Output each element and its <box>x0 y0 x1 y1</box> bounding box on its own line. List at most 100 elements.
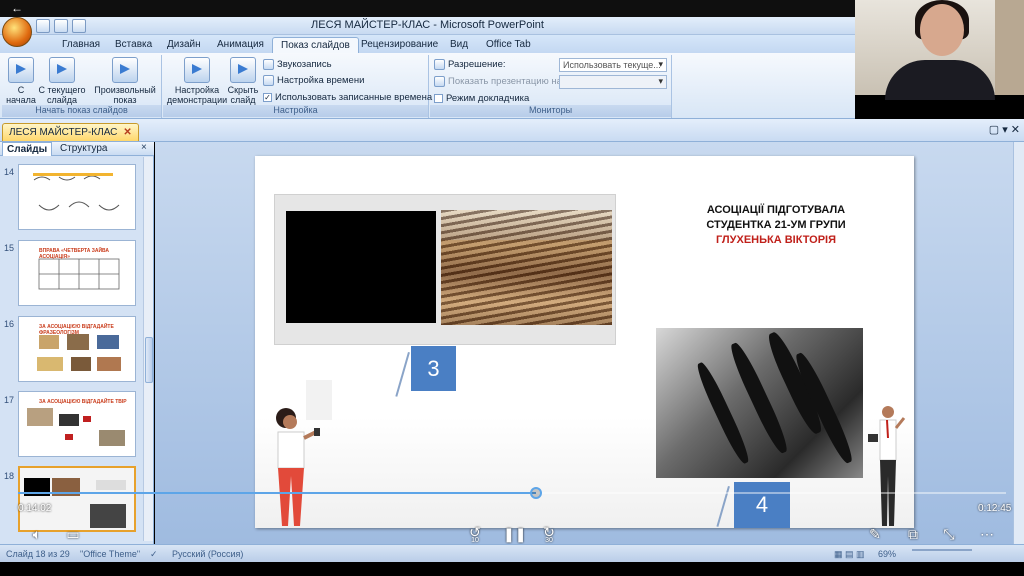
number-box-3: 3 <box>411 346 456 391</box>
exit-fullscreen-icon[interactable]: ⤡ <box>940 526 958 542</box>
panel-scrollbar[interactable] <box>143 157 153 541</box>
slide-number: 18 <box>4 471 15 481</box>
use-timings-checkbox[interactable]: ✓ Использовать записанные времена <box>263 92 432 103</box>
ribbon-tabs: Главная Вставка Дизайн Анимация Показ сл… <box>0 35 855 53</box>
save-icon[interactable] <box>36 19 50 33</box>
close-tab-icon[interactable]: ✕ <box>123 124 131 141</box>
play-current-icon <box>49 57 75 83</box>
slide-thumbnail-14[interactable] <box>18 164 136 230</box>
rehearse-timings-button[interactable]: Настройка времени <box>263 75 364 86</box>
tab-insert[interactable]: Вставка <box>107 37 160 53</box>
tab-animation[interactable]: Анимация <box>209 37 272 53</box>
group-start-show: С начала С текущего слайда Произвольный … <box>2 55 162 118</box>
tab-home[interactable]: Главная <box>54 37 108 53</box>
tab-outline[interactable]: Структура <box>56 142 111 156</box>
slide-counter: Слайд 18 из 29 <box>6 549 70 559</box>
elapsed-time: 0:14:02 <box>18 503 52 514</box>
custom-show-button[interactable]: Произвольный показ <box>90 57 160 105</box>
monitor-icon <box>434 59 445 70</box>
scroll-thumb[interactable] <box>145 337 153 383</box>
setup-show-button[interactable]: Настройка демонстрации <box>165 57 229 105</box>
captions-icon[interactable]: ▭ <box>64 526 82 542</box>
show-on-dropdown[interactable] <box>559 75 667 89</box>
tab-review[interactable]: Рецензирование <box>353 37 446 53</box>
group-label: Настройка <box>163 105 428 117</box>
rewind-button[interactable]: ↺ 10 <box>466 524 484 544</box>
resolution-dropdown[interactable]: Использовать текуще... <box>559 58 667 72</box>
back-arrow-icon[interactable]: ← <box>11 1 23 15</box>
slide-thumbnail-15[interactable]: ВПРАВА «ЧЕТВЕРТА ЗАЙВА АСОЦІАЦІЯ» <box>18 240 136 306</box>
pencil-icon[interactable]: ✎ <box>866 526 884 542</box>
slide-thumbnail-17[interactable]: ЗА АСОЦІАЦІЄЮ ВІДГАДАЙТЕ ТВІР <box>18 391 136 457</box>
checkmark-icon: ✓ <box>263 93 272 102</box>
tab-office-tab[interactable]: Office Tab <box>478 37 539 53</box>
timer-icon <box>263 75 274 86</box>
hide-slide-button[interactable]: Скрыть слайд <box>225 57 261 105</box>
record-narration-button[interactable]: Звукозапись <box>263 59 332 70</box>
spellcheck-icon[interactable]: ✓ <box>150 549 158 560</box>
ribbon: С начала С текущего слайда Произвольный … <box>0 53 855 119</box>
slide-number: 16 <box>4 319 15 329</box>
timeline-scrubber[interactable] <box>529 487 542 499</box>
microphone-icon <box>263 59 274 70</box>
redo-icon[interactable] <box>72 19 86 33</box>
webcam-video <box>855 0 1024 100</box>
group-monitors: Разрешение: Использовать текуще... Показ… <box>430 55 672 118</box>
group-setup: Настройка демонстрации Скрыть слайд Звук… <box>163 55 432 118</box>
checkbox-icon <box>434 94 443 103</box>
theme-name: "Office Theme" <box>80 549 141 559</box>
status-bar: Слайд 18 из 29 "Office Theme" ✓ Русский … <box>0 544 1024 562</box>
slide-number: 15 <box>4 243 15 253</box>
document-tab-bar: ▢ ▾ ✕ <box>0 119 1024 142</box>
from-beginning-button[interactable]: С начала <box>4 57 38 105</box>
video-progress <box>18 492 536 494</box>
editor-scrollbar[interactable] <box>1013 142 1024 544</box>
thumbnail-sketch <box>33 173 120 211</box>
caption-author: ГЛУХЕНЬКА ВІКТОРІЯ <box>715 234 837 246</box>
hide-slide-icon <box>230 57 256 83</box>
office-button[interactable] <box>2 17 32 47</box>
slide-number: 14 <box>4 167 15 177</box>
slide-number: 17 <box>4 395 15 405</box>
tab-view[interactable]: Вид <box>442 37 476 53</box>
play-icon <box>8 57 34 83</box>
zoom-slider[interactable] <box>912 549 972 551</box>
projector-icon <box>434 76 445 87</box>
shadows-photo <box>656 328 863 478</box>
group-label: Мониторы <box>430 105 671 117</box>
window-title: ЛЕСЯ МАЙСТЕР-КЛАС - Microsoft PowerPoint <box>311 19 544 31</box>
hidden-image-box <box>286 211 436 323</box>
quick-access-toolbar <box>36 19 86 33</box>
custom-show-icon <box>112 57 138 83</box>
tab-design[interactable]: Дизайн <box>159 37 209 53</box>
forward-button[interactable]: ↻ 30 <box>540 524 558 544</box>
close-panel-icon[interactable]: × <box>141 142 147 153</box>
pause-button[interactable]: ❚❚ <box>503 526 526 542</box>
tab-slides[interactable]: Слайды <box>2 142 53 156</box>
presenter-view-checkbox[interactable]: Режим докладчика <box>434 93 529 104</box>
group-label: Начать показ слайдов <box>2 105 161 117</box>
document-tab[interactable]: ЛЕСЯ МАЙСТЕР-КЛАС ✕ <box>2 123 139 141</box>
slide-thumbnail-16[interactable]: ЗА АСОЦІАЦІЄЮ ВІДГАДАЙТЕ ФРАЗЕОЛОГІЗМ <box>18 316 136 382</box>
window-controls-icon[interactable]: ▢ ▾ ✕ <box>989 123 1020 136</box>
undo-icon[interactable] <box>54 19 68 33</box>
picture-in-picture-icon[interactable]: ⧉ <box>904 526 922 542</box>
number-box-4: 4 <box>734 482 790 528</box>
man-illustration <box>868 406 906 526</box>
more-options-icon[interactable]: ⋯ <box>978 526 996 542</box>
bottom-bar <box>0 562 1024 576</box>
volume-icon[interactable]: 🔈︎ <box>28 526 46 542</box>
woman-illustration <box>276 380 332 526</box>
title-bar: ЛЕСЯ МАЙСТЕР-КЛАС - Microsoft PowerPoint <box>0 17 855 35</box>
total-time: 0:12:45 <box>978 503 1012 514</box>
tab-slideshow[interactable]: Показ слайдов <box>272 37 359 53</box>
from-current-button[interactable]: С текущего слайда <box>38 57 86 105</box>
setup-show-icon <box>184 57 210 83</box>
slide-thumbnail-18[interactable] <box>18 466 136 532</box>
show-on-label: Показать презентацию на: <box>434 76 565 87</box>
view-buttons-icon[interactable]: ▦ ▤ ▥ <box>834 549 865 560</box>
zoom-level[interactable]: 69% <box>878 549 896 559</box>
language: Русский (Россия) <box>172 549 244 559</box>
caption-line-1: АСОЦІАЦІЇ ПІДГОТУВАЛА <box>706 204 846 216</box>
thumbnail-current <box>24 478 126 528</box>
